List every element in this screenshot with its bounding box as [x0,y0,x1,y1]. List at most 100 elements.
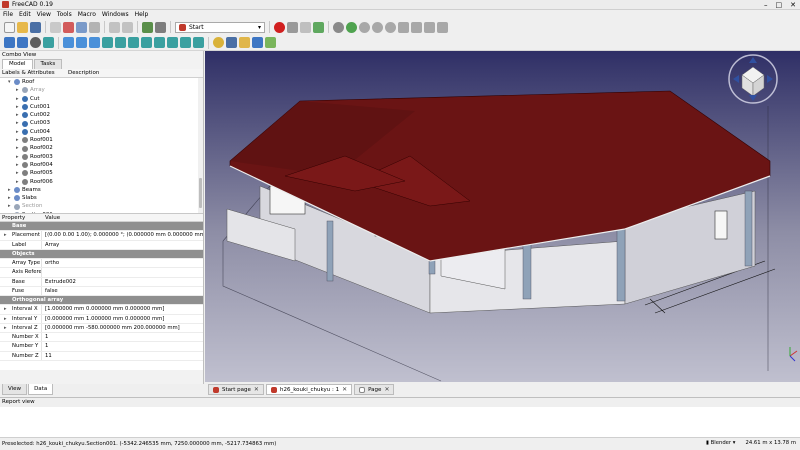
measure-distance-icon[interactable] [193,37,204,48]
tree-item[interactable]: ▸ Roof004 [0,161,203,169]
macros-icon[interactable] [300,21,311,33]
folder-icon[interactable] [239,37,250,48]
link-actions-icon[interactable] [265,37,276,48]
minimize-icon[interactable]: – [764,1,768,9]
property-value[interactable]: [1.000000 mm 0.000000 mm 0.000000 mm] [42,305,203,313]
top-view-icon[interactable] [128,37,139,48]
navigation-style-button[interactable]: ▮ Blender ▾ [706,440,735,446]
left-view-icon[interactable] [180,37,191,48]
property-value[interactable]: [(0.00 0.00 1.00); 0.000000 °; (0.000000… [42,231,203,239]
property-value[interactable]: Extrude002 [42,278,203,286]
right-view-icon[interactable] [141,37,152,48]
menu-tools[interactable]: Tools [57,11,72,18]
tree-item[interactable]: ▸ Cut003 [0,119,203,127]
property-row[interactable]: ▸ Interval X [1.000000 mm 0.000000 mm 0.00… [0,305,203,315]
draw-style-icon[interactable] [30,37,41,48]
tree-item[interactable]: ▾ Roof [0,78,203,86]
fit-selection-icon[interactable] [17,37,28,48]
refresh-icon[interactable] [142,21,153,33]
home-icon[interactable] [411,21,422,33]
expand-arrow-icon[interactable]: ▸ [8,211,14,213]
tab-document[interactable]: h26_kouki_chukyu : 1 ✕ [265,384,353,395]
tab-start-page[interactable]: Start page ✕ [208,384,264,395]
stop-macro-icon[interactable] [287,21,298,33]
forward-icon[interactable] [346,21,357,33]
tree-item[interactable]: ▸ Roof002 [0,144,203,152]
close-icon[interactable]: ✕ [790,1,796,9]
tree-item[interactable]: ▸ Beams [0,186,203,194]
bottom-view-icon[interactable] [167,37,178,48]
property-row[interactable]: Base Extrude002 [0,277,203,287]
nav-forward-icon[interactable] [385,21,396,33]
undo-icon[interactable] [109,21,120,33]
execute-macro-icon[interactable] [313,21,324,33]
tab-model[interactable]: Model [2,59,33,69]
property-editor[interactable]: Base ▸ Placement [(0.00 0.00 1.00); 0.00000… [0,222,203,370]
property-value[interactable]: 11 [42,352,203,360]
navigate-back-icon[interactable] [63,37,74,48]
rear-view-icon[interactable] [154,37,165,48]
tree-scrollbar[interactable] [198,78,203,213]
tree-item[interactable]: ▸ Array [0,86,203,94]
tab-tasks[interactable]: Tasks [33,59,63,69]
menu-windows[interactable]: Windows [102,11,129,18]
whats-this-icon[interactable] [155,21,166,33]
property-value[interactable]: false [42,287,203,295]
part-icon[interactable] [213,37,224,48]
tree-item[interactable]: ▸ Cut [0,95,203,103]
property-row[interactable]: ▸ Placement [(0.00 0.00 1.00); 0.000000 °;… [0,231,203,241]
expand-arrow-icon[interactable]: ▸ [4,305,7,314]
reload-icon[interactable] [398,21,409,33]
bounding-box-icon[interactable] [43,37,54,48]
fit-all-icon[interactable] [4,37,15,48]
tree-item[interactable]: ▸ Roof001 [0,136,203,144]
tree-item[interactable]: ▸ Cut002 [0,111,203,119]
tree-item[interactable]: ▸ Cut001 [0,103,203,111]
property-row[interactable]: Number X1 [0,333,203,343]
close-tab-icon[interactable]: ✕ [384,385,389,395]
new-document-icon[interactable] [4,21,15,33]
isometric-view-icon[interactable] [102,37,113,48]
copy-icon[interactable] [76,21,87,33]
workbench-selector[interactable]: Start ▾ [175,21,265,33]
property-row[interactable]: Axis Referen... [0,268,203,278]
record-macro-icon[interactable] [274,21,285,33]
front-view-icon[interactable] [115,37,126,48]
navigate-forward-icon[interactable] [76,37,87,48]
menu-macro[interactable]: Macro [78,11,96,18]
property-value[interactable]: 1 [42,333,203,341]
back-icon[interactable] [333,21,344,33]
save-icon[interactable] [30,21,41,33]
property-value[interactable]: [0.000000 mm -580.000000 mm 200.000000 m… [42,324,203,332]
tree-item[interactable]: ▸ Slabs [0,194,203,202]
tree-item[interactable]: ▸ Roof003 [0,153,203,161]
tree-item[interactable]: ▸ Section001 [0,211,203,213]
model-tree[interactable]: ▾ Roof ▸ Array ▸ Cut ▸ Cut001 ▸ Cut002 ▸ Cut003 ▸ Cut… [0,78,203,213]
property-row[interactable]: Number Z 11 [0,351,203,361]
tree-item[interactable]: ▸ Roof006 [0,178,203,186]
link-icon[interactable] [252,37,263,48]
menu-view[interactable]: View [37,11,51,18]
tree-item[interactable]: ▸ Section [0,202,203,210]
group-icon[interactable] [226,37,237,48]
report-view[interactable]: Report view [0,397,800,437]
tree-item[interactable]: ▸ Roof005 [0,169,203,177]
property-row[interactable]: Number Y1 [0,342,203,352]
3d-view[interactable] [205,51,800,382]
open-folder-icon[interactable] [17,21,28,33]
stop-icon[interactable] [359,21,370,33]
expand-arrow-icon[interactable]: ▸ [4,324,7,333]
cut-icon[interactable] [63,21,74,33]
tree-item[interactable]: ▸ Cut004 [0,128,203,136]
menu-file[interactable]: File [3,11,13,18]
property-row[interactable]: ▸ Interval Z [0.000000 mm -580.000000 mm 2… [0,323,203,333]
property-value[interactable] [42,268,203,276]
print-icon[interactable] [50,21,61,33]
expand-arrow-icon[interactable]: ▸ [4,315,7,324]
zoom-in-icon[interactable] [424,21,435,33]
nav-back-icon[interactable] [372,21,383,33]
close-tab-icon[interactable]: ✕ [254,385,259,395]
tab-view[interactable]: View [2,384,28,395]
menu-edit[interactable]: Edit [19,11,31,18]
property-value[interactable]: 1 [42,342,203,350]
